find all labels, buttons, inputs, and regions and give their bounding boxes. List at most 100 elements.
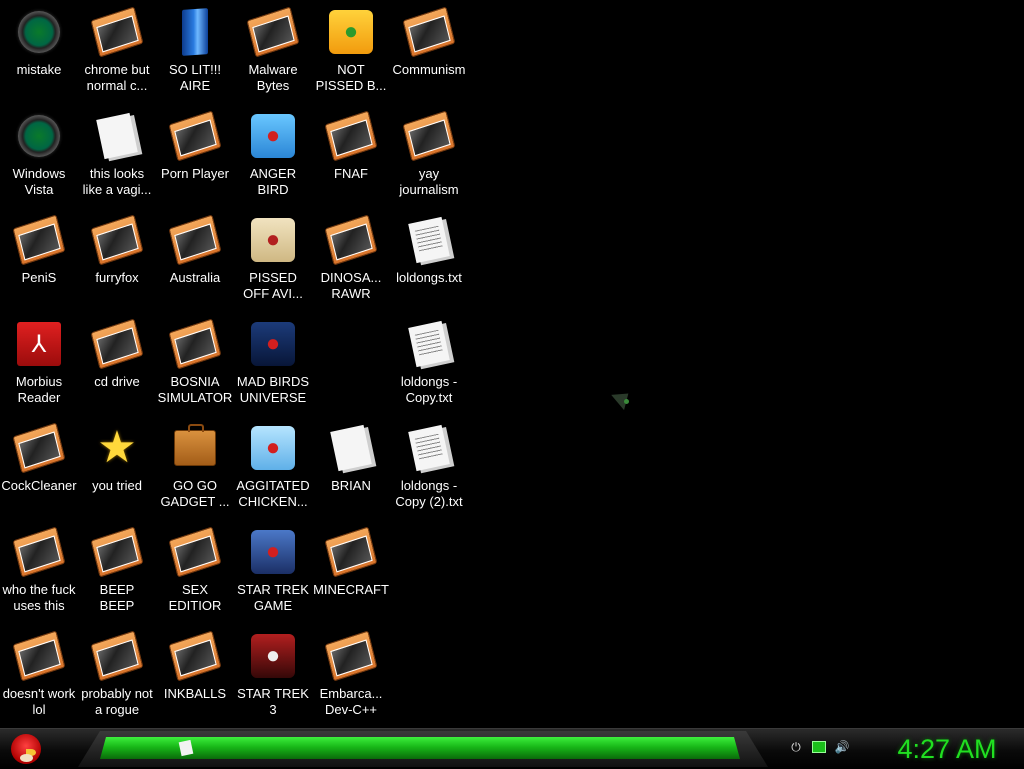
text-file-icon <box>405 424 453 472</box>
desktop-icon-go-go-gadget[interactable]: GO GO GADGET ... <box>156 416 234 516</box>
start-button[interactable] <box>6 729 46 769</box>
desktop-icon-not-pissed[interactable]: ● NOT PISSED B... <box>312 0 390 100</box>
seasons-icon: ● <box>249 216 297 264</box>
desktop-icon-dinosaur-rawr[interactable]: DINOSA... RAWR <box>312 208 390 308</box>
desktop: mistake chrome but normal c... SO LIT!!!… <box>0 0 1024 728</box>
icon-label: loldongs - Copy.txt <box>400 374 458 405</box>
desktop-icon-loldongs-txt[interactable]: loldongs.txt <box>390 208 468 308</box>
desktop-icon-anger-bird[interactable]: ● ANGER BIRD <box>234 104 312 204</box>
icon-label: PeniS <box>21 270 57 285</box>
desktop-icon-embarcadero-devcpp[interactable]: Embarca... Dev-C++ <box>312 624 390 724</box>
desktop-icon-loldongs-copy-txt[interactable]: loldongs - Copy.txt <box>390 312 468 412</box>
program-icon <box>90 630 144 682</box>
desktop-icon-cockcleaner[interactable]: CockCleaner <box>0 416 78 516</box>
angry-bird-icon: ● <box>249 112 297 160</box>
desktop-icon-doesnt-work[interactable]: doesn't work lol <box>0 624 78 724</box>
icon-label: doesn't work lol <box>2 686 76 717</box>
icon-label: AGGITATED CHICKEN... <box>236 478 310 509</box>
desktop-icon-yay-journalism[interactable]: yay journalism <box>390 104 468 204</box>
program-icon <box>402 6 456 58</box>
program-icon <box>12 214 66 266</box>
icon-label: CockCleaner <box>1 478 77 493</box>
mouse-cursor-icon <box>611 385 635 411</box>
desktop-icon-mad-birds-universe[interactable]: ● MAD BIRDS UNIVERSE <box>234 312 312 412</box>
desktop-icon-penis[interactable]: PeniS <box>0 208 78 308</box>
program-icon <box>12 630 66 682</box>
icon-label: BOSNIA SIMULATOR <box>157 374 233 405</box>
desktop-icon-beep-beep[interactable]: BEEP BEEP <box>78 520 156 620</box>
program-icon <box>90 318 144 370</box>
desktop-icon-morbius-reader[interactable]: ⅄ Morbius Reader <box>0 312 78 412</box>
taskbar: ⏻ 🔊 4:27 AM <box>0 728 1024 769</box>
icon-label: mistake <box>16 62 62 77</box>
desktop-icon-so-lit-aire[interactable]: SO LIT!!! AIRE <box>156 0 234 100</box>
angry-bird-start-icon <box>11 734 41 764</box>
desktop-icon-australia[interactable]: Australia <box>156 208 234 308</box>
pdf-icon: ⅄ <box>15 320 63 368</box>
clock[interactable]: 4:27 AM <box>880 731 1014 767</box>
program-icon <box>168 318 222 370</box>
program-icon <box>324 630 378 682</box>
program-icon <box>246 6 300 58</box>
recycle-orb-icon <box>15 112 63 160</box>
icon-label: Morbius Reader <box>15 374 63 405</box>
desktop-icon-bosnia-simulator[interactable]: BOSNIA SIMULATOR <box>156 312 234 412</box>
taskbar-document-item[interactable] <box>178 739 194 757</box>
icon-label: SEX EDITIOR <box>168 582 222 613</box>
desktop-icon-fnaf[interactable]: FNAF <box>312 104 390 204</box>
document-icon <box>93 112 141 160</box>
desktop-icon-probably-not-rogue[interactable]: probably not a rogue <box>78 624 156 724</box>
program-icon <box>90 214 144 266</box>
desktop-icon-star-trek-3[interactable]: ● STAR TREK 3 <box>234 624 312 724</box>
icon-label: BRIAN <box>331 478 371 493</box>
blue-slab-icon <box>171 8 219 56</box>
icon-label: loldongs - Copy (2).txt <box>395 478 463 509</box>
taskbar-band <box>100 737 740 759</box>
star-icon: ★ <box>97 423 137 472</box>
desktop-icon-mistake[interactable]: mistake <box>0 0 78 100</box>
icon-label: Malware Bytes <box>248 62 298 93</box>
system-tray: ⏻ 🔊 <box>788 739 850 755</box>
network-icon[interactable] <box>812 741 826 753</box>
desktop-icon-who-uses-this[interactable]: who the fuck uses this <box>0 520 78 620</box>
pig-icon: ● <box>327 8 375 56</box>
program-icon <box>168 214 222 266</box>
desktop-icon-inkballs[interactable]: INKBALLS <box>156 624 234 724</box>
vista-orb-icon <box>15 8 63 56</box>
desktop-icon-cd-drive[interactable]: cd drive <box>78 312 156 412</box>
desktop-icon-loldongs-copy-2-txt[interactable]: loldongs - Copy (2).txt <box>390 416 468 516</box>
desktop-icon-porn-player[interactable]: Porn Player <box>156 104 234 204</box>
program-icon <box>12 422 66 474</box>
text-file-icon <box>405 320 453 368</box>
desktop-icon-brian[interactable]: BRIAN <box>312 416 390 516</box>
desktop-icon-malware-bytes[interactable]: Malware Bytes <box>234 0 312 100</box>
icon-label: NOT PISSED B... <box>315 62 387 93</box>
desktop-icon-pissed-off-avi[interactable]: ● PISSED OFF AVI... <box>234 208 312 308</box>
desktop-icon-this-looks[interactable]: this looks like a vagi... <box>78 104 156 204</box>
icon-label: Porn Player <box>161 166 229 181</box>
desktop-icon-communism[interactable]: Communism <box>390 0 468 100</box>
program-icon <box>168 630 222 682</box>
desktop-icon-sex-editior[interactable]: SEX EDITIOR <box>156 520 234 620</box>
icon-label: Communism <box>392 62 466 77</box>
desktop-icon-you-tried[interactable]: ★ you tried <box>78 416 156 516</box>
icon-label: STAR TREK 3 <box>237 686 309 717</box>
cursor-busy-indicator <box>624 399 629 404</box>
icon-label: SO LIT!!! AIRE <box>168 62 221 93</box>
icon-label: MINECRAFT <box>313 582 389 597</box>
desktop-icon-chrome[interactable]: chrome but normal c... <box>78 0 156 100</box>
icon-label: you tried <box>92 478 142 493</box>
desktop-icon-star-trek-game[interactable]: ● STAR TREK GAME <box>234 520 312 620</box>
desktop-icon-furryfox[interactable]: furryfox <box>78 208 156 308</box>
program-icon <box>324 526 378 578</box>
program-icon <box>90 6 144 58</box>
volume-icon[interactable]: 🔊 <box>834 739 850 755</box>
document-icon <box>327 424 375 472</box>
icon-label: PISSED OFF AVI... <box>243 270 303 301</box>
desktop-icon-aggitated-chicken[interactable]: ● AGGITATED CHICKEN... <box>234 416 312 516</box>
power-icon[interactable]: ⏻ <box>788 739 804 755</box>
text-file-icon <box>405 216 453 264</box>
icon-label: yay journalism <box>399 166 459 197</box>
desktop-icon-minecraft[interactable]: MINECRAFT <box>312 520 390 620</box>
desktop-icon-windows-vista[interactable]: Windows Vista <box>0 104 78 204</box>
